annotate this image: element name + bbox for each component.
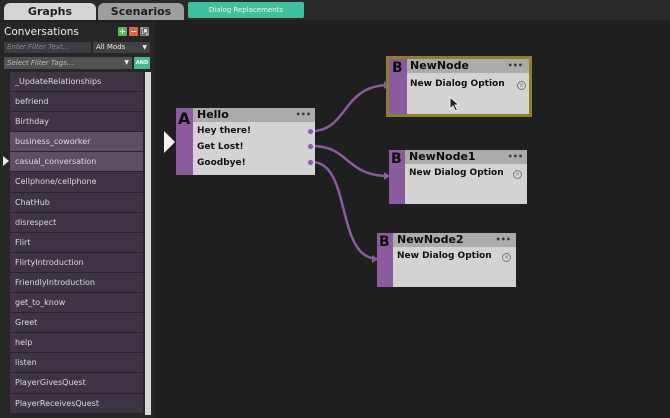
mouse-cursor-icon [449,96,461,112]
app-window: Graphs Scenarios Dialog Replacements Con… [0,0,670,418]
dialog-option-hey-there[interactable]: Hey there! [197,126,251,136]
remove-option-close-icon[interactable]: × [513,170,522,179]
wire-get-lost-to-newnode1 [311,144,390,178]
output-port[interactable] [307,159,314,166]
node-letter: B [391,151,402,167]
node-letter: A [178,109,191,128]
start-node-arrow-icon [164,131,175,153]
node-hello[interactable]: A Hello ••• Hey there! Get Lost! Goodbye… [176,108,315,175]
output-port[interactable] [307,128,314,135]
node-menu-dots-icon[interactable]: ••• [296,110,311,119]
wire-goodbye-to-newnode2 [311,160,379,261]
connection-wires [311,81,390,263]
node-menu-dots-icon[interactable]: ••• [496,235,511,244]
node-letter: B [392,60,403,76]
node-newnode2[interactable]: B NewNode2 ••• New Dialog Option × [377,233,516,287]
dialog-option-get-lost[interactable]: Get Lost! [197,142,244,152]
output-port[interactable] [307,143,314,150]
node-newnode1[interactable]: B NewNode1 ••• New Dialog Option × [389,150,527,204]
node-letter: B [379,234,390,250]
node-menu-dots-icon[interactable]: ••• [508,152,523,161]
dialog-option[interactable]: New Dialog Option [410,79,505,89]
node-title: NewNode [410,59,469,72]
node-title: NewNode1 [409,150,476,163]
remove-option-close-icon[interactable]: × [517,81,526,90]
wire-hey-there-to-newnode [311,83,390,133]
dialog-option-goodbye[interactable]: Goodbye! [197,158,246,168]
remove-option-close-icon[interactable]: × [502,253,511,262]
node-title: NewNode2 [397,233,464,246]
node-menu-dots-icon[interactable]: ••• [508,61,523,70]
dialog-option[interactable]: New Dialog Option [397,251,492,261]
node-title: Hello [197,108,229,121]
dialog-option[interactable]: New Dialog Option [409,168,504,178]
